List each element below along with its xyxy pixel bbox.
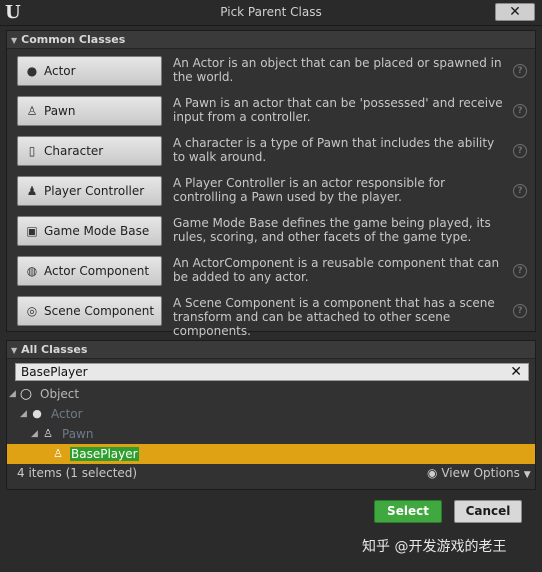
dropdown-arrow-icon: ▼ bbox=[523, 470, 531, 480]
actor-class-button[interactable]: ● Actor bbox=[17, 56, 162, 86]
class-description: A Player Controller is an actor responsi… bbox=[173, 176, 446, 204]
class-description: A character is a type of Pawn that inclu… bbox=[173, 136, 495, 164]
scene-component-icon: ◎ bbox=[26, 304, 38, 318]
watermark: 知乎 @开发游戏的老王 bbox=[362, 539, 507, 555]
cancel-button[interactable]: Cancel bbox=[454, 500, 522, 523]
collapse-arrow-icon: ▼ bbox=[11, 36, 18, 45]
class-search-input[interactable]: BasePlayer ✕ bbox=[15, 363, 529, 381]
class-description: An Actor is an object that can be placed… bbox=[173, 56, 502, 84]
character-icon: ▯ bbox=[28, 144, 36, 158]
actor-component-class-button[interactable]: ◍ Actor Component bbox=[17, 256, 162, 286]
eye-icon: ◉ bbox=[427, 466, 438, 480]
help-icon[interactable]: ? bbox=[513, 304, 527, 318]
expand-arrow-icon[interactable]: ◢ bbox=[20, 404, 27, 424]
tree-row-baseplayer[interactable]: ♙ BasePlayer bbox=[7, 444, 535, 464]
class-description: Game Mode Base defines the game being pl… bbox=[173, 216, 491, 244]
all-classes-panel: ▼ All Classes BasePlayer ✕ ◢ ○ Object ◢ ●… bbox=[6, 340, 536, 490]
status-bar: 4 items (1 selected) ◉ View Options ▼ bbox=[7, 462, 535, 484]
item-count: 4 items (1 selected) bbox=[17, 466, 138, 480]
expand-arrow-icon[interactable]: ◢ bbox=[9, 384, 16, 404]
pawn-class-button[interactable]: ♙ Pawn bbox=[17, 96, 162, 126]
tree-label: Pawn bbox=[62, 427, 94, 441]
class-row-pawn: ♙ Pawn A Pawn is an actor that can be 'p… bbox=[7, 91, 535, 131]
scene-component-class-button[interactable]: ◎ Scene Component bbox=[17, 296, 162, 326]
class-row-scene-component: ◎ Scene Component A Scene Component is a… bbox=[7, 291, 535, 338]
actor-icon: ● bbox=[26, 64, 38, 78]
view-options-button[interactable]: ◉ View Options ▼ bbox=[427, 462, 531, 486]
game-mode-icon: ▣ bbox=[26, 224, 38, 238]
class-description: A Scene Component is a component that ha… bbox=[173, 296, 495, 338]
tree-label: Object bbox=[40, 387, 80, 401]
clear-search-icon[interactable]: ✕ bbox=[510, 364, 522, 380]
help-icon[interactable]: ? bbox=[513, 64, 527, 78]
class-row-game-mode-base: ▣ Game Mode Base Game Mode Base defines … bbox=[7, 211, 535, 251]
actor-icon: ● bbox=[32, 407, 42, 420]
help-icon[interactable]: ? bbox=[513, 104, 527, 118]
tree-row-object[interactable]: ◢ ○ Object bbox=[7, 384, 535, 404]
player-controller-icon: ♟ bbox=[26, 184, 38, 198]
help-icon[interactable]: ? bbox=[513, 264, 527, 278]
all-classes-header[interactable]: ▼ All Classes bbox=[7, 341, 535, 359]
class-row-actor: ● Actor An Actor is an object that can b… bbox=[7, 51, 535, 91]
tree-label: Actor bbox=[51, 407, 83, 421]
class-row-player-controller: ♟ Player Controller A Player Controller … bbox=[7, 171, 535, 211]
actor-component-icon: ◍ bbox=[26, 264, 38, 278]
close-button[interactable]: ✕ bbox=[495, 3, 535, 21]
tree-label: BasePlayer bbox=[70, 447, 139, 461]
pawn-icon: ♙ bbox=[43, 427, 53, 440]
select-button[interactable]: Select bbox=[374, 500, 442, 523]
tree-row-actor[interactable]: ◢ ● Actor bbox=[7, 404, 535, 424]
pawn-icon: ♙ bbox=[26, 104, 38, 118]
title-bar: U Pick Parent Class ✕ bbox=[0, 0, 542, 26]
class-description: An ActorComponent is a reusable componen… bbox=[173, 256, 500, 284]
expand-arrow-icon[interactable]: ◢ bbox=[31, 424, 38, 444]
help-icon[interactable]: ? bbox=[513, 144, 527, 158]
window-title: Pick Parent Class bbox=[220, 5, 322, 19]
common-classes-header[interactable]: ▼ Common Classes bbox=[7, 31, 535, 49]
game-mode-base-class-button[interactable]: ▣ Game Mode Base bbox=[17, 216, 162, 246]
class-description: A Pawn is an actor that can be 'possesse… bbox=[173, 96, 503, 124]
character-class-button[interactable]: ▯ Character bbox=[17, 136, 162, 166]
common-classes-panel: ▼ Common Classes ● Actor An Actor is an o… bbox=[6, 30, 536, 338]
object-icon: ○ bbox=[19, 386, 33, 402]
collapse-arrow-icon: ▼ bbox=[11, 346, 18, 355]
help-icon[interactable]: ? bbox=[513, 184, 527, 198]
player-controller-class-button[interactable]: ♟ Player Controller bbox=[17, 176, 162, 206]
pawn-icon: ♙ bbox=[53, 447, 63, 460]
tree-row-pawn[interactable]: ◢ ♙ Pawn bbox=[7, 424, 535, 444]
class-row-character: ▯ Character A character is a type of Paw… bbox=[7, 131, 535, 171]
class-row-actor-component: ◍ Actor Component An ActorComponent is a… bbox=[7, 251, 535, 291]
